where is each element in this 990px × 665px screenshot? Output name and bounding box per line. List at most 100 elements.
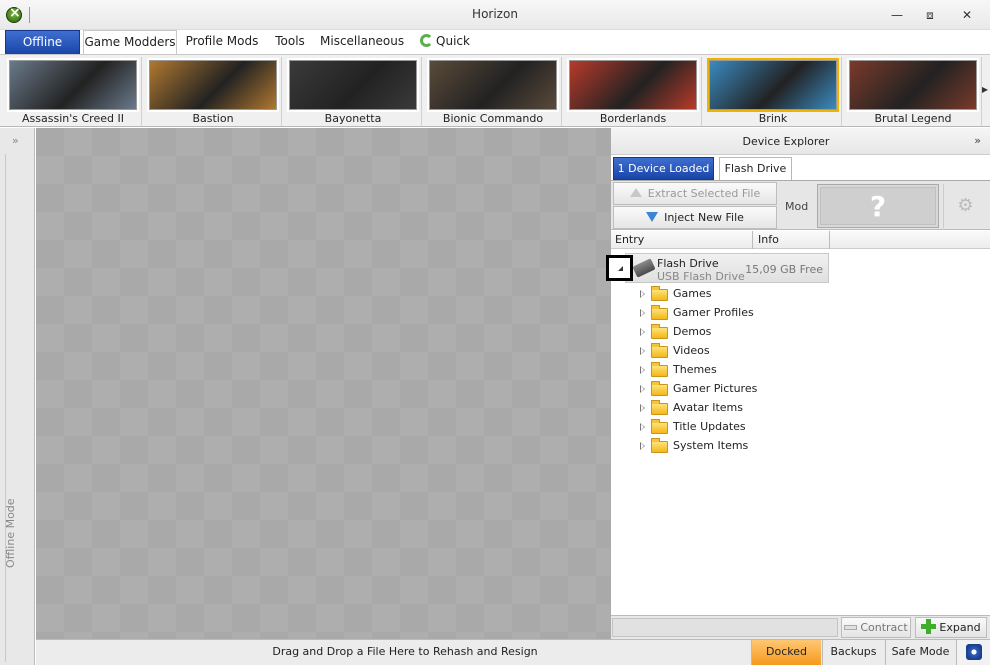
backups-button[interactable]: Backups: [822, 640, 884, 665]
expand-arrow-icon[interactable]: [640, 404, 645, 412]
device-tabs: 1 Device Loaded Flash Drive: [611, 156, 990, 180]
folder-icon: [651, 381, 668, 396]
safe-mode-button[interactable]: Safe Mode: [885, 640, 955, 665]
drive-node[interactable]: Flash Drive USB Flash Drive 15,09 GB Fre…: [625, 253, 829, 283]
minus-icon: [844, 625, 858, 630]
contract-button[interactable]: Contract: [841, 617, 911, 638]
game-thumbnail: [709, 60, 837, 110]
game-name: Bionic Commando: [442, 112, 544, 125]
folder-item[interactable]: Themes: [639, 361, 839, 380]
game-thumbnail: [429, 60, 557, 110]
expand-arrow-icon[interactable]: [640, 328, 645, 336]
game-strip: ▶ Assassin's Creed II Bastion Bayonetta Bio…: [0, 54, 990, 127]
folder-item[interactable]: Games: [639, 285, 839, 304]
expand-arrow-icon[interactable]: [640, 309, 645, 317]
tab-game-modders[interactable]: Game Modders: [83, 30, 177, 54]
tab-offline[interactable]: Offline: [5, 30, 80, 54]
folder-name: Demos: [673, 325, 712, 338]
extract-selected-file-button[interactable]: Extract Selected File: [613, 182, 777, 205]
expand-arrow-icon[interactable]: [640, 366, 645, 374]
game-name: Bastion: [192, 112, 234, 125]
game-item[interactable]: Bastion: [144, 57, 282, 126]
game-thumbnail: [849, 60, 977, 110]
drop-area[interactable]: [36, 128, 610, 639]
folder-icon: [651, 286, 668, 301]
expand-arrow-icon[interactable]: [640, 385, 645, 393]
path-field[interactable]: [612, 618, 838, 637]
game-item[interactable]: Brutal Legend: [844, 57, 982, 126]
folder-item[interactable]: Demos: [639, 323, 839, 342]
left-sidebar: » Offline Mode: [0, 128, 35, 665]
folder-item[interactable]: System Items: [639, 437, 839, 456]
file-tree: Flash Drive USB Flash Drive 15,09 GB Fre…: [606, 250, 990, 614]
collapse-panel-icon[interactable]: »: [974, 134, 981, 147]
game-thumbnail: [289, 60, 417, 110]
folder-item[interactable]: Avatar Items: [639, 399, 839, 418]
expand-sidebar-icon[interactable]: »: [12, 134, 19, 147]
folder-item[interactable]: Gamer Pictures: [639, 380, 839, 399]
offline-mode-label[interactable]: Offline Mode: [4, 498, 17, 568]
horizon-logo-icon: [965, 644, 982, 660]
expand-arrow-icon[interactable]: [640, 423, 645, 431]
column-entry[interactable]: Entry: [615, 233, 644, 246]
folder-icon: [651, 305, 668, 320]
folder-name: Avatar Items: [673, 401, 743, 414]
folder-icon: [651, 400, 668, 415]
folder-icon: [651, 362, 668, 377]
expand-arrow-icon[interactable]: [640, 442, 645, 450]
mod-placeholder: ?: [820, 187, 936, 225]
device-explorer-title: Device Explorer: [742, 135, 830, 148]
folder-item[interactable]: Gamer Profiles: [639, 304, 839, 323]
device-footer: Contract Expand: [611, 615, 990, 639]
collapse-node-icon[interactable]: [606, 255, 633, 281]
game-item[interactable]: Bayonetta: [284, 57, 422, 126]
folder-icon: [651, 438, 668, 453]
folder-item[interactable]: Title Updates: [639, 418, 839, 437]
tab-tools[interactable]: Tools: [268, 30, 312, 54]
folder-name: Title Updates: [673, 420, 746, 433]
column-info[interactable]: Info: [758, 233, 779, 246]
game-item[interactable]: Borderlands: [564, 57, 702, 126]
tab-quick-fix[interactable]: Quick Fix: [410, 30, 480, 70]
folder-item[interactable]: Videos: [639, 342, 839, 361]
tab-flash-drive[interactable]: Flash Drive: [719, 157, 792, 180]
expand-arrow-icon[interactable]: [640, 290, 645, 298]
arrow-up-icon: [629, 188, 642, 197]
device-explorer-header: Device Explorer »: [611, 128, 990, 155]
close-icon[interactable]: ✕: [956, 6, 978, 24]
plus-icon: [921, 619, 937, 634]
game-name: Assassin's Creed II: [22, 112, 124, 125]
window-title: Horizon: [472, 7, 518, 21]
column-header: Entry Info: [611, 231, 990, 249]
usb-drive-icon: [632, 258, 656, 278]
horizon-button[interactable]: [956, 640, 990, 665]
status-bar: Drag and Drop a File Here to Rehash and …: [36, 639, 990, 665]
folder-name: Gamer Profiles: [673, 306, 754, 319]
game-item[interactable]: Bionic Commando: [424, 57, 562, 126]
gear-icon[interactable]: ⚙: [943, 184, 987, 228]
game-item[interactable]: Assassin's Creed II: [4, 57, 142, 126]
game-name: Bayonetta: [324, 112, 382, 125]
main-tab-strip: Offline Game Modders Profile Mods Tools …: [0, 30, 990, 70]
tab-miscellaneous[interactable]: Miscellaneous: [320, 30, 404, 54]
docked-button[interactable]: Docked: [751, 640, 821, 665]
folder-name: Gamer Pictures: [673, 382, 758, 395]
expand-arrow-icon[interactable]: [640, 347, 645, 355]
folder-name: Games: [673, 287, 712, 300]
minimize-icon[interactable]: —: [886, 6, 908, 24]
expand-button[interactable]: Expand: [915, 617, 987, 638]
tab-profile-mods[interactable]: Profile Mods: [183, 30, 261, 54]
drive-free-space: 15,09 GB Free: [745, 263, 823, 276]
inject-new-file-button[interactable]: Inject New File: [613, 206, 777, 229]
game-name: Brink: [758, 112, 788, 125]
scroll-right-icon[interactable]: ▶: [982, 85, 988, 94]
maximize-icon[interactable]: ⧈: [919, 6, 941, 24]
device-explorer: Device Explorer » 1 Device Loaded Flash …: [606, 128, 990, 639]
tab-devices-loaded[interactable]: 1 Device Loaded: [613, 157, 714, 180]
game-thumbnail: [149, 60, 277, 110]
column-divider: [829, 231, 830, 249]
folder-name: Themes: [673, 363, 717, 376]
extract-label: Extract Selected File: [647, 187, 761, 200]
game-item[interactable]: Brink: [704, 57, 842, 126]
mod-label: Mod: [785, 200, 809, 213]
